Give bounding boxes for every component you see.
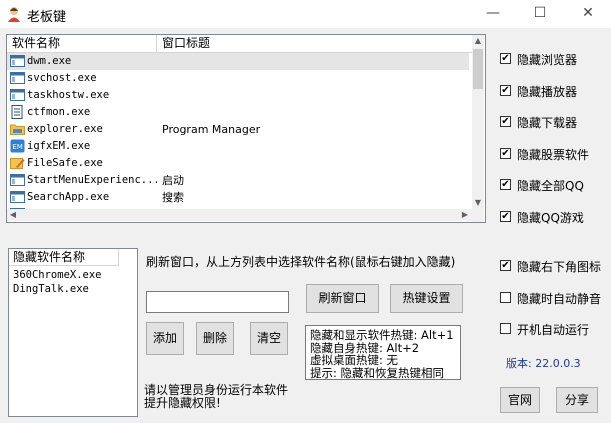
process-name: explorer.exe <box>27 123 103 135</box>
checkbox[interactable]: ✔ <box>500 147 511 159</box>
process-row[interactable]: StartMenuExperienc... 启动 <box>7 172 469 189</box>
checkbox[interactable]: ✔ <box>500 210 511 222</box>
checkbox[interactable]: ✔ <box>500 116 511 127</box>
vertical-scroll-thumb[interactable] <box>473 49 483 89</box>
maximize-icon[interactable]: ☐ <box>529 4 551 22</box>
process-window-title: 搜索 <box>162 191 184 204</box>
scroll-left-icon[interactable]: ◀ <box>7 209 19 221</box>
checkbox[interactable]: ✔ <box>500 260 511 271</box>
process-row[interactable]: dwm.exe <box>7 53 469 70</box>
minimize-icon[interactable]: — <box>482 4 504 22</box>
process-row[interactable]: FileSafe.exe <box>7 155 469 172</box>
intel-icon: EM <box>10 139 25 153</box>
svg-text:EM: EM <box>12 143 22 151</box>
process-list-header: 软件名称 窗口标题 <box>7 35 472 53</box>
hidden-software-list[interactable]: 隐藏软件名称 360ChromeX.exe DingTalk.exe <box>8 248 138 417</box>
column-header-window-title[interactable]: 窗口标题 <box>157 35 472 52</box>
title-bar: 老板键 — ☐ ✕ <box>0 0 611 28</box>
process-row[interactable]: svchost.exe <box>7 70 469 87</box>
checkbox-label[interactable]: 隐藏时自动静音 <box>517 290 601 307</box>
process-row[interactable]: ctfmon.exe <box>7 104 469 121</box>
hidden-list-header[interactable]: 隐藏软件名称 <box>9 249 119 266</box>
close-icon[interactable]: ✕ <box>577 4 599 22</box>
official-website-button[interactable]: 官网 <box>500 387 540 413</box>
window-title: 老板键 <box>27 10 67 25</box>
checkbox[interactable] <box>500 323 511 334</box>
checkbox-label[interactable]: 隐藏播放器 <box>517 83 577 100</box>
notepad-icon <box>10 105 25 119</box>
horizontal-scrollbar[interactable]: ◀ ▶ <box>7 209 472 221</box>
software-name-input[interactable] <box>146 291 289 313</box>
process-name: ctfmon.exe <box>27 106 91 118</box>
process-window-title: Program Manager <box>162 123 261 136</box>
scroll-down-icon[interactable]: ▼ <box>472 197 484 209</box>
boss-avatar-icon <box>8 7 20 22</box>
scroll-right-icon[interactable]: ▶ <box>459 209 471 221</box>
hint-text: 刷新窗口，从上方列表中选择软件名称(鼠标右键加入隐藏) <box>146 255 456 269</box>
add-button[interactable]: 添加 <box>146 322 184 355</box>
clear-button[interactable]: 清空 <box>250 322 288 355</box>
process-name: SearchApp.exe <box>27 191 110 203</box>
scroll-up-icon[interactable]: ▲ <box>472 35 484 47</box>
pencil-icon <box>10 156 25 170</box>
window-icon <box>10 54 25 68</box>
share-button[interactable]: 分享 <box>556 387 598 413</box>
column-header-software-name[interactable]: 软件名称 <box>7 35 157 52</box>
checkbox-label[interactable]: 隐藏QQ游戏 <box>517 209 584 226</box>
hidden-list-item[interactable]: DingTalk.exe <box>13 282 89 297</box>
checkbox[interactable]: ✔ <box>500 179 511 190</box>
checkbox[interactable] <box>500 291 511 303</box>
refresh-window-button[interactable]: 刷新窗口 <box>306 284 379 313</box>
checkbox[interactable]: ✔ <box>500 53 511 64</box>
checkbox-label[interactable]: 开机自动运行 <box>517 321 589 338</box>
window-icon <box>10 173 25 187</box>
process-name: FileSafe.exe <box>27 157 103 169</box>
process-name: igfxEM.exe <box>27 140 91 152</box>
checkbox-label[interactable]: 隐藏股票软件 <box>517 146 589 163</box>
checkbox[interactable]: ✔ <box>500 84 511 96</box>
checkbox-label[interactable]: 隐藏右下角图标 <box>517 258 601 275</box>
checkbox-label[interactable]: 隐藏浏览器 <box>517 51 577 68</box>
process-row[interactable]: taskhostw.exe <box>7 87 469 104</box>
version-label: 版本: 22.0.0.3 <box>506 357 581 370</box>
process-list[interactable]: 软件名称 窗口标题 dwm.exe svchost.exe taskhostw.ex… <box>6 34 486 223</box>
checkbox-label[interactable]: 隐藏下载器 <box>517 114 577 131</box>
window-icon <box>10 190 25 204</box>
process-name: StartMenuExperienc... <box>27 174 157 186</box>
window-icon <box>10 71 25 85</box>
delete-button[interactable]: 删除 <box>196 322 234 355</box>
process-row[interactable]: SearchApp.exe 搜索 <box>7 189 469 206</box>
process-row[interactable]: explorer.exe Program Manager <box>7 121 469 138</box>
process-row[interactable]: EM igfxEM.exe <box>7 138 469 155</box>
checkbox-label[interactable]: 隐藏全部QQ <box>517 177 584 194</box>
hotkey-info-memo[interactable]: 隐藏和显示软件热键: Alt+1 隐藏自身热键: Alt+2 虚拟桌面热键: 无… <box>305 325 461 380</box>
hotkey-settings-button[interactable]: 热键设置 <box>390 284 463 313</box>
process-rows: dwm.exe svchost.exe taskhostw.exe ctfmon.ex… <box>7 53 469 222</box>
process-name: svchost.exe <box>27 72 97 84</box>
folder-icon <box>10 122 25 136</box>
process-name: dwm.exe <box>27 55 72 67</box>
hidden-list-item[interactable]: 360ChromeX.exe <box>13 268 102 283</box>
window-icon <box>10 88 25 102</box>
process-window-title: 启动 <box>162 174 184 187</box>
process-name: taskhostw.exe <box>27 89 110 101</box>
admin-note-line2: 提升隐藏权限! <box>144 396 221 410</box>
